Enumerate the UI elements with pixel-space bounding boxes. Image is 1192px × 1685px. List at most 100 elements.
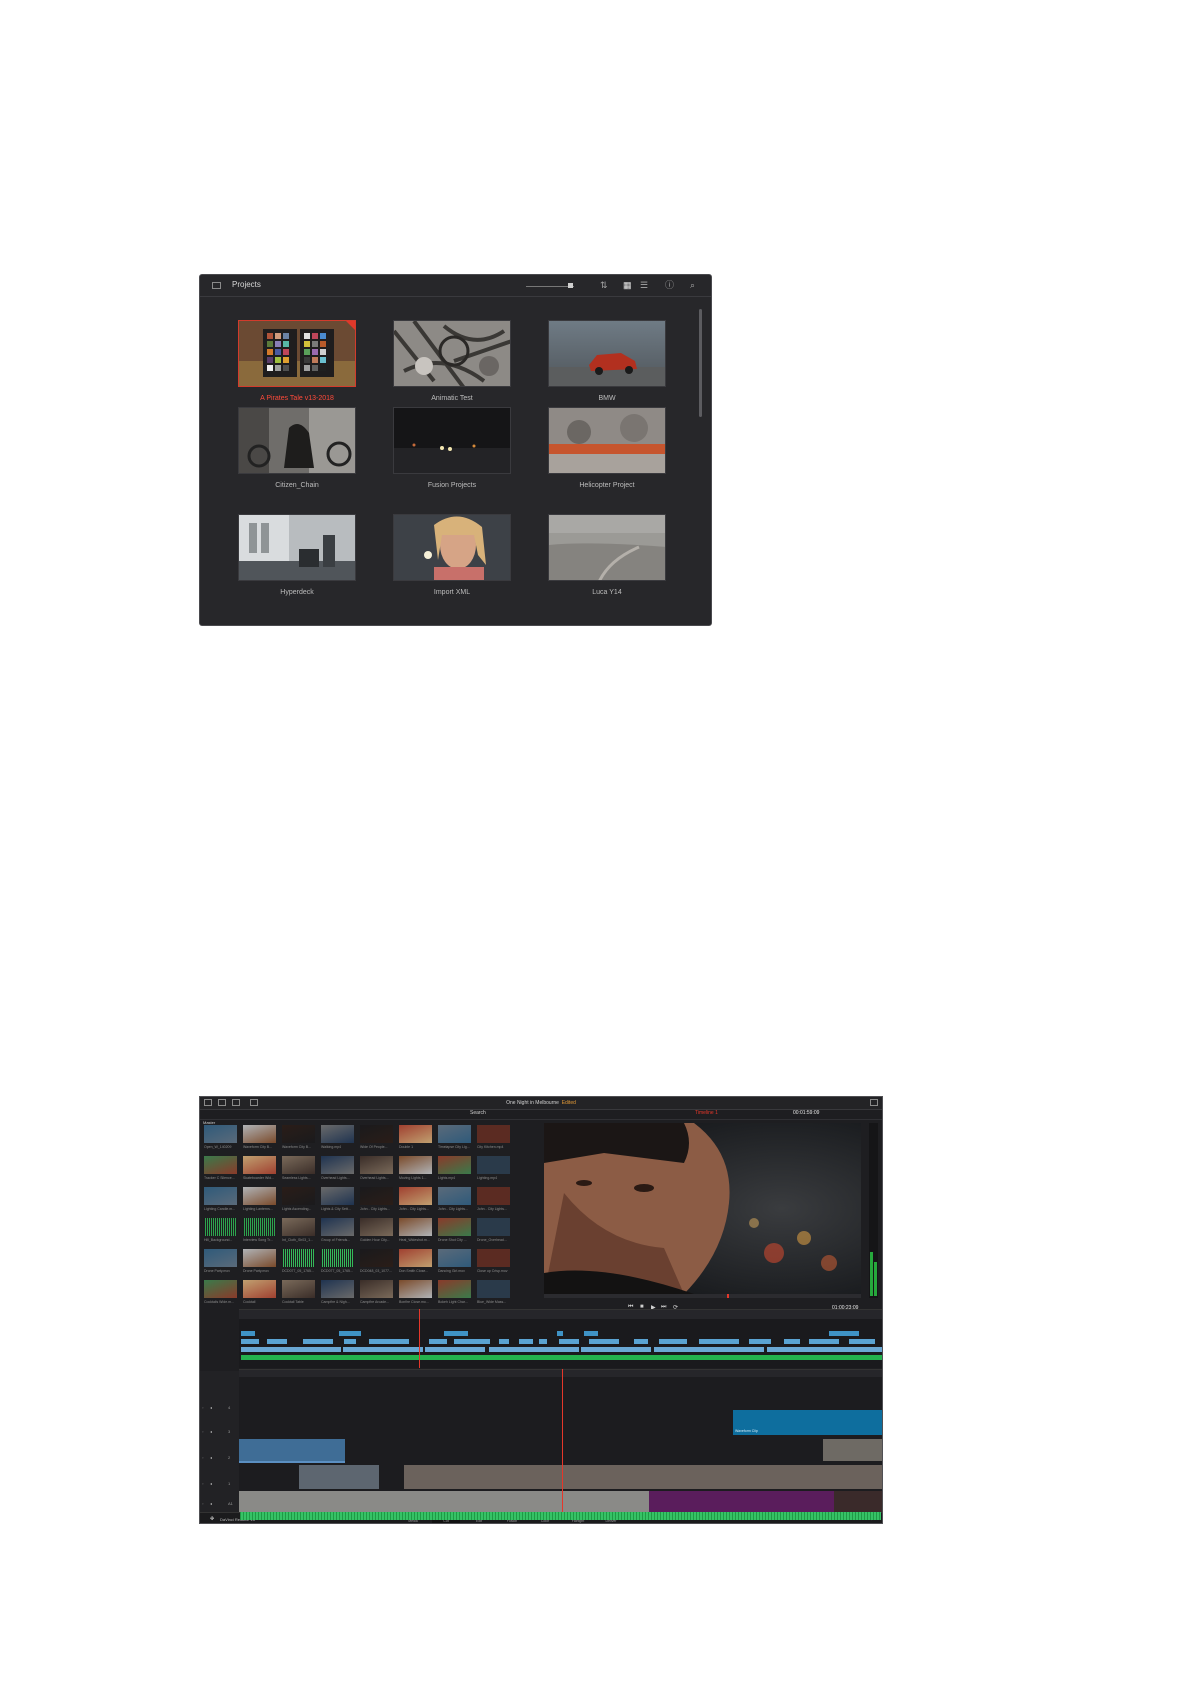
media-clip-thumbnail[interactable]: Drone Party.mov [204, 1249, 237, 1276]
clip-preview[interactable] [243, 1280, 276, 1298]
clip-preview[interactable] [204, 1280, 237, 1298]
overview-clip[interactable] [241, 1339, 259, 1344]
lock-track-icon[interactable]: ▫ [202, 1429, 203, 1434]
clip-preview[interactable] [243, 1187, 276, 1205]
overview-clip[interactable] [429, 1339, 447, 1344]
media-clip-thumbnail[interactable]: Don Smith Close... [399, 1249, 432, 1276]
media-clip-thumbnail[interactable]: Waveform City B... [282, 1125, 315, 1152]
clip-preview[interactable] [360, 1218, 393, 1236]
clip-preview[interactable] [243, 1249, 276, 1267]
media-clip-thumbnail[interactable]: Seamless Lights... [282, 1156, 315, 1183]
clip-preview[interactable] [477, 1280, 510, 1298]
media-clip-thumbnail[interactable]: Campfire & Nigh... [321, 1280, 354, 1307]
clip-preview[interactable] [204, 1125, 237, 1143]
clip-preview[interactable] [282, 1280, 315, 1298]
timeline-clip[interactable]: Waveform Clip [733, 1410, 882, 1435]
overview-clip[interactable] [849, 1339, 875, 1344]
clip-preview[interactable] [399, 1187, 432, 1205]
clip-preview[interactable] [282, 1249, 315, 1267]
viewer-scrubber[interactable] [544, 1294, 861, 1298]
clip-preview[interactable] [243, 1156, 276, 1174]
project-tile[interactable]: Animatic Test [393, 320, 511, 402]
media-clip-thumbnail[interactable]: Campfire Arcade... [360, 1280, 393, 1307]
media-clip-thumbnail[interactable]: Interview Song Tr... [243, 1218, 276, 1245]
clip-preview[interactable] [282, 1125, 315, 1143]
clip-preview[interactable] [360, 1187, 393, 1205]
clip-preview[interactable] [477, 1249, 510, 1267]
media-clip-thumbnail[interactable]: Wide Of People... [360, 1125, 393, 1152]
clip-preview[interactable] [438, 1249, 471, 1267]
a1-audio-waveform[interactable] [240, 1512, 881, 1520]
media-clip-thumbnail[interactable]: City Kitchen.mp4 [477, 1125, 510, 1152]
media-clip-thumbnail[interactable]: DCD048_03_1077... [360, 1249, 393, 1276]
media-clip-thumbnail[interactable]: Lights Ascending... [282, 1187, 315, 1214]
clip-preview[interactable] [399, 1249, 432, 1267]
media-clip-thumbnail[interactable]: Group of Friends... [321, 1218, 354, 1245]
clip-preview[interactable] [321, 1187, 354, 1205]
audio-toggle-icon[interactable]: ◂ [210, 1501, 212, 1506]
overview-clip[interactable] [343, 1347, 423, 1352]
media-clip-thumbnail[interactable]: John - City Lights... [477, 1187, 510, 1214]
lock-track-icon[interactable]: ▫ [202, 1455, 203, 1460]
project-thumbnail[interactable] [548, 320, 666, 387]
lock-track-icon[interactable]: ▫ [202, 1481, 203, 1486]
media-clip-thumbnail[interactable]: Drone Shot City ... [438, 1218, 471, 1245]
project-name[interactable]: Luca Y14 [548, 589, 666, 596]
timeline-clip[interactable] [239, 1439, 345, 1463]
project-tile[interactable]: A Pirates Tale v13-2018 [238, 320, 356, 402]
media-clip-thumbnail[interactable]: Double 1 [399, 1125, 432, 1152]
overview-clip[interactable] [634, 1339, 648, 1344]
media-clip-thumbnail[interactable]: Cocktails Wide.m... [204, 1280, 237, 1307]
audio-toggle-icon[interactable]: ◂ [210, 1429, 212, 1434]
timeline-clip[interactable] [823, 1439, 882, 1461]
overview-clip[interactable] [344, 1339, 356, 1344]
clip-preview[interactable] [399, 1125, 432, 1143]
project-tile[interactable]: Helicopter Project [548, 407, 666, 489]
overview-clip[interactable] [539, 1339, 547, 1344]
media-clip-thumbnail[interactable]: Overhead Lights... [360, 1156, 393, 1183]
media-clip-thumbnail[interactable]: John - City Lights... [399, 1187, 432, 1214]
clip-preview[interactable] [282, 1187, 315, 1205]
overview-clip[interactable] [425, 1347, 485, 1352]
media-clip-thumbnail[interactable]: Close up Crisp.mov [477, 1249, 510, 1276]
clip-preview[interactable] [477, 1125, 510, 1143]
overview-clip[interactable] [809, 1339, 839, 1344]
timeline-clip[interactable] [299, 1465, 379, 1489]
project-name[interactable]: BMW [548, 395, 666, 402]
overview-clip[interactable] [557, 1331, 563, 1336]
media-clip-thumbnail[interactable]: Cocktail Table [282, 1280, 315, 1307]
clip-preview[interactable] [204, 1156, 237, 1174]
overview-clip[interactable] [499, 1339, 509, 1344]
detail-timeline[interactable]: Waveform Clip [239, 1377, 882, 1517]
overview-clip[interactable] [584, 1331, 598, 1336]
media-clip-thumbnail[interactable]: Waveform City B... [243, 1125, 276, 1152]
overview-clip[interactable] [241, 1355, 882, 1360]
project-tile[interactable]: BMW [548, 320, 666, 402]
grid-view-icon[interactable]: ▦ [623, 280, 632, 290]
overview-clip[interactable] [654, 1347, 764, 1352]
media-clip-thumbnail[interactable]: Lights.mp4 [438, 1156, 471, 1183]
overview-clip[interactable] [241, 1331, 255, 1336]
project-name[interactable]: Animatic Test [393, 395, 511, 402]
clip-preview[interactable] [204, 1187, 237, 1205]
sort-icon[interactable]: ⇅ [600, 280, 608, 290]
project-thumbnail[interactable] [238, 407, 356, 474]
media-clip-thumbnail[interactable]: Moving Lights 1... [399, 1156, 432, 1183]
clip-preview[interactable] [282, 1156, 315, 1174]
media-clip-thumbnail[interactable]: Timelapse City Lig... [438, 1125, 471, 1152]
project-name[interactable]: Helicopter Project [548, 482, 666, 489]
sidebar-toggle-icon[interactable] [212, 282, 221, 289]
info-icon[interactable]: ⓘ [665, 280, 674, 290]
overview-clip[interactable] [659, 1339, 687, 1344]
overview-clip[interactable] [454, 1339, 490, 1344]
media-clip-thumbnail[interactable]: Golden Hour City... [360, 1218, 393, 1245]
fullscreen-icon[interactable] [870, 1099, 878, 1106]
overview-clip[interactable] [699, 1339, 739, 1344]
media-clip-thumbnail[interactable]: John - City Lights... [438, 1187, 471, 1214]
media-clip-thumbnail[interactable]: Lighting Candle.m... [204, 1187, 237, 1214]
clip-preview[interactable] [321, 1280, 354, 1298]
project-name[interactable]: Hyperdeck [238, 589, 356, 596]
audio-toggle-icon[interactable]: ◂ [210, 1455, 212, 1460]
clip-preview[interactable] [438, 1187, 471, 1205]
clip-preview[interactable] [243, 1218, 276, 1236]
